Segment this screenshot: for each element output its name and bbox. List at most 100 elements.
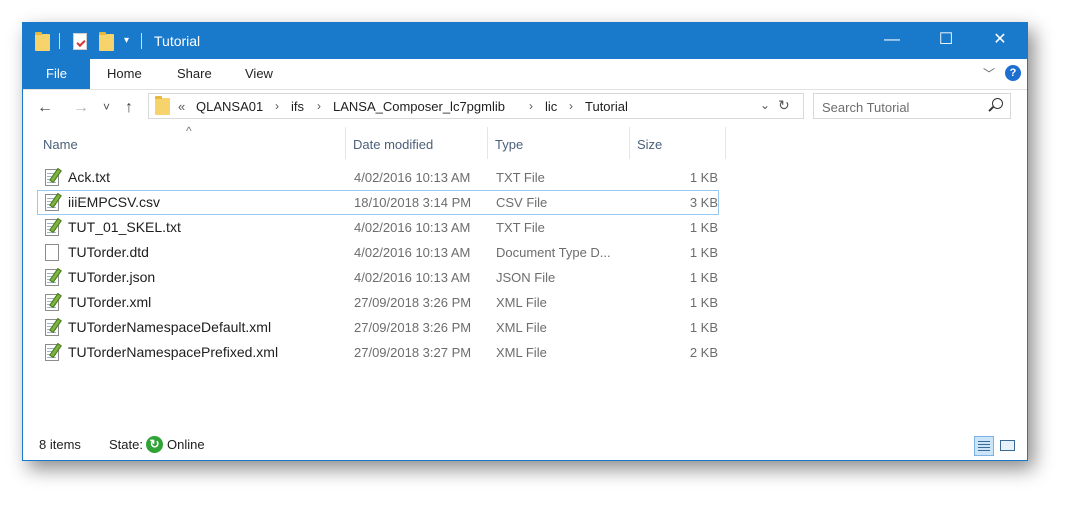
column-divider[interactable] [629,127,630,159]
notepad-file-icon [45,344,59,361]
file-name: TUTorder.dtd [68,244,149,260]
maximize-button[interactable]: ☐ [919,23,973,59]
folder-icon [35,32,50,51]
quick-access-dropdown-icon[interactable]: ▾ [124,35,129,46]
file-size: 1 KB [689,245,718,260]
file-size: 1 KB [689,320,718,335]
address-bar[interactable]: « QLANSA01 › ifs › LANSA_Composer_lc7pgm… [148,93,804,119]
item-count: 8 items [39,437,81,452]
file-row[interactable]: TUTorderNamespaceDefault.xml 27/09/2018 … [37,315,719,340]
file-type: JSON File [496,270,556,285]
tab-file[interactable]: File [23,59,90,89]
file-row[interactable]: TUTorder.xml 27/09/2018 3:26 PM XML File… [37,290,719,315]
search-input[interactable] [814,94,994,120]
tab-home[interactable]: Home [107,66,142,81]
tab-view[interactable]: View [245,66,273,81]
sync-online-icon: ↻ [146,436,163,453]
file-row-selected[interactable]: iiiEMPCSV.csv 18/10/2018 3:14 PM CSV Fil… [37,190,719,215]
column-header-name[interactable]: Name [37,127,347,159]
file-type: TXT File [496,220,545,235]
tab-share[interactable]: Share [177,66,212,81]
file-row[interactable]: TUTorderNamespacePrefixed.xml 27/09/2018… [37,340,719,365]
notepad-file-icon [45,194,59,211]
breadcrumb-item[interactable]: ifs [291,99,304,114]
status-bar: 8 items State: ↻ Online [23,432,1027,460]
file-date: 4/02/2016 10:13 AM [354,220,471,235]
breadcrumb-item[interactable]: QLANSA01 [196,99,263,114]
address-dropdown-icon[interactable]: ⌄ [760,98,770,112]
column-divider[interactable] [345,127,346,159]
column-divider[interactable] [725,127,726,159]
file-date: 4/02/2016 10:13 AM [354,245,471,260]
file-list: Ack.txt 4/02/2016 10:13 AM TXT File 1 KB… [37,165,727,365]
file-row[interactable]: Ack.txt 4/02/2016 10:13 AM TXT File 1 KB [37,165,719,190]
file-type: TXT File [496,170,545,185]
file-name: iiiEMPCSV.csv [68,194,161,210]
blank-file-icon [45,244,59,261]
notepad-file-icon [45,219,59,236]
file-size: 1 KB [689,220,718,235]
file-name: TUTorderNamespaceDefault.xml [68,319,272,335]
column-header-type[interactable]: Type [489,127,629,159]
breadcrumb-item-current[interactable]: Tutorial [585,99,628,114]
file-size: 1 KB [689,295,718,310]
file-size: 3 KB [689,195,718,210]
file-name: TUTorder.xml [68,294,152,310]
column-header-date[interactable]: Date modified [347,127,487,159]
close-button[interactable]: ✕ [973,23,1027,59]
title-separator [59,33,60,49]
file-name: TUT_01_SKEL.txt [68,219,181,235]
expand-ribbon-icon[interactable]: ﹀ [983,65,995,82]
file-name: TUTorder.json [68,269,156,285]
notepad-file-icon [45,319,59,336]
file-type: XML File [496,295,547,310]
file-date: 27/09/2018 3:27 PM [354,345,472,360]
breadcrumb-item[interactable]: lic [545,99,557,114]
help-icon[interactable]: ? [1005,65,1021,81]
column-divider[interactable] [487,127,488,159]
file-date: 4/02/2016 10:13 AM [354,270,471,285]
chevron-right-icon[interactable]: › [275,99,279,113]
state-label: State: [109,437,143,452]
file-type: Document Type D... [496,245,611,260]
file-row[interactable]: TUTorder.dtd 4/02/2016 10:13 AM Document… [37,240,719,265]
title-separator [141,33,142,49]
file-row[interactable]: TUT_01_SKEL.txt 4/02/2016 10:13 AM TXT F… [37,215,719,240]
file-size: 2 KB [689,345,718,360]
chevron-right-icon[interactable]: › [569,99,573,113]
new-folder-icon[interactable] [99,32,114,51]
explorer-window: ▾ Tutorial — ☐ ✕ File Home Share View ﹀ … [22,22,1028,461]
file-date: 4/02/2016 10:13 AM [354,170,471,185]
notepad-file-icon [45,169,59,186]
back-button[interactable]: ← [37,99,53,117]
large-icons-view-button[interactable] [998,436,1018,456]
search-icon[interactable] [992,98,1003,109]
recent-locations-button[interactable]: ˅ [103,100,110,114]
column-header-size[interactable]: Size [631,127,725,159]
file-date: 27/09/2018 3:26 PM [354,295,472,310]
column-headers: ^ Name Date modified Type Size [23,124,1027,159]
notepad-file-icon [45,294,59,311]
minimize-button[interactable]: — [865,23,919,59]
title-bar: ▾ Tutorial — ☐ ✕ [23,23,1027,59]
details-view-button[interactable] [974,436,994,456]
file-row[interactable]: TUTorder.json 4/02/2016 10:13 AM JSON Fi… [37,265,719,290]
state-value: Online [167,437,205,452]
file-date: 27/09/2018 3:26 PM [354,320,472,335]
forward-button[interactable]: → [73,99,89,117]
ribbon-tabs: File Home Share View ﹀ ? [23,59,1027,90]
folder-icon [155,96,170,115]
file-type: XML File [496,345,547,360]
breadcrumb-overflow[interactable]: « [178,99,185,114]
file-size: 1 KB [689,270,718,285]
properties-icon[interactable] [73,33,87,50]
file-size: 1 KB [689,170,718,185]
up-button[interactable]: ↑ [125,99,133,117]
breadcrumb-item[interactable]: LANSA_Composer_lc7pgmlib [333,99,505,114]
refresh-icon[interactable]: ↻ [778,97,790,114]
window-title: Tutorial [154,33,201,49]
search-box[interactable] [813,93,1011,120]
chevron-right-icon[interactable]: › [529,99,533,113]
file-type: CSV File [496,195,548,210]
chevron-right-icon[interactable]: › [317,99,321,113]
